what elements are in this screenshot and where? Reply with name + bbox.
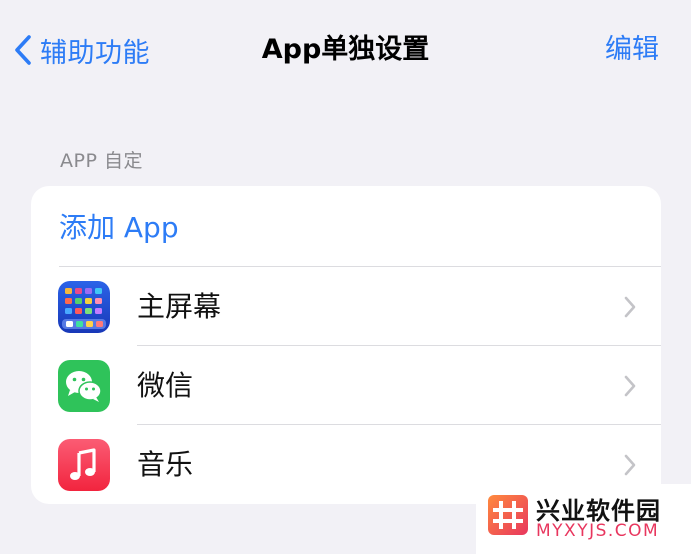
watermark: 兴业软件园 MYXYJS.COM <box>476 484 691 554</box>
chevron-right-icon <box>623 295 637 319</box>
navigation-bar: 辅助功能 App单独设置 编辑 <box>0 0 691 100</box>
music-icon <box>58 439 110 491</box>
chevron-right-icon <box>623 374 637 398</box>
add-app-label: 添加 App <box>59 211 179 244</box>
wechat-icon <box>58 360 110 412</box>
list-item-wechat[interactable]: 微信 <box>31 346 661 425</box>
watermark-subtitle: MYXYJS.COM <box>536 521 660 541</box>
section-header: APP 自定 <box>60 150 143 172</box>
list-item-home-screen[interactable]: 主屏幕 <box>31 267 661 346</box>
list-item-label: 音乐 <box>137 448 194 481</box>
add-app-button[interactable]: 添加 App <box>31 186 661 266</box>
app-list-card: 添加 App 主屏幕 微信 音乐 <box>31 186 661 504</box>
watermark-logo-icon <box>488 495 528 535</box>
edit-button[interactable]: 编辑 <box>605 28 659 72</box>
home-screen-icon <box>58 281 110 333</box>
back-button-label: 辅助功能 <box>40 37 150 69</box>
chevron-right-icon <box>623 453 637 477</box>
list-item-label: 微信 <box>137 369 194 402</box>
back-button[interactable]: 辅助功能 <box>14 28 150 72</box>
list-item-label: 主屏幕 <box>137 290 222 323</box>
chevron-left-icon <box>15 35 31 65</box>
